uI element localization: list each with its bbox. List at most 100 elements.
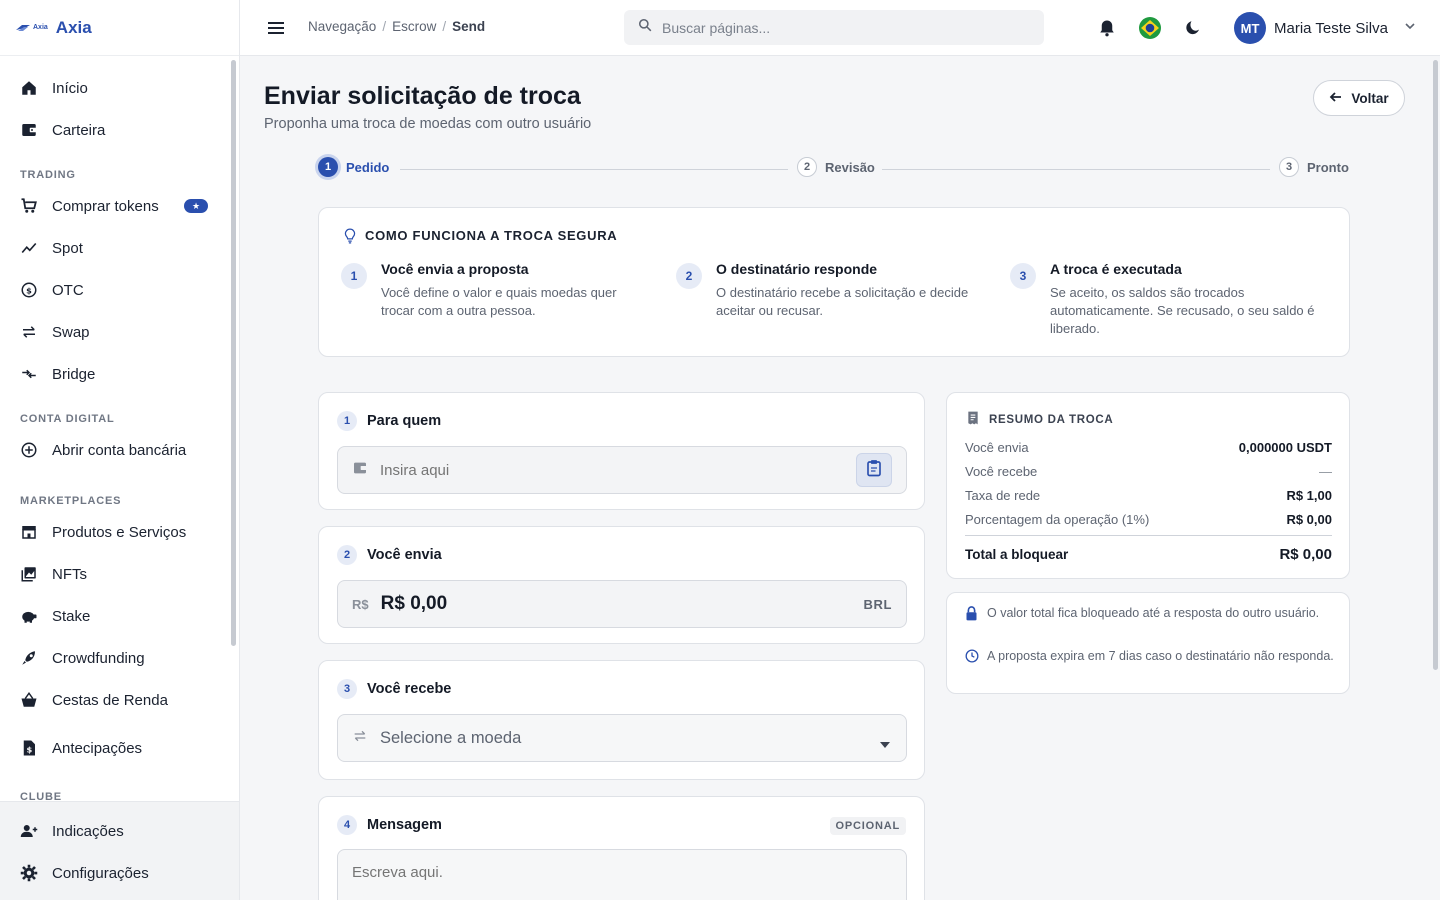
step-label: Revisão [825, 159, 875, 175]
summary-row: Porcentagem da operação (1%) R$ 0,00 [965, 512, 1332, 527]
field-title: Mensagem [367, 817, 442, 833]
message-field[interactable] [337, 849, 907, 900]
breadcrumb-item[interactable]: Escrow [392, 19, 436, 34]
avatar: MT [1234, 12, 1266, 44]
sidebar-item-nfts[interactable]: NFTs [0, 553, 228, 595]
brand[interactable]: Axia Axia [0, 0, 239, 56]
swap-icon [20, 323, 38, 341]
message-label: 4 Mensagem [337, 815, 442, 835]
summary-row: Você recebe — [965, 464, 1332, 479]
search-input[interactable] [662, 19, 1022, 36]
dark-mode-moon-icon[interactable] [1184, 19, 1202, 42]
step-connector [882, 169, 1270, 170]
home-icon [20, 79, 38, 97]
send-amount-card: 2 Você envia R$ R$ 0,00 BRL [318, 526, 925, 644]
rocket-icon [20, 649, 38, 667]
user-menu[interactable]: MT Maria Teste Silva [1234, 12, 1416, 44]
send-amount-value[interactable]: R$ 0,00 [381, 593, 448, 615]
field-title: Você recebe [367, 681, 452, 697]
sidebar-item-label: Crowdfunding [52, 649, 145, 667]
breadcrumb: Navegação / Escrow / Send [308, 19, 485, 34]
summary-row-value: R$ 1,00 [1286, 488, 1332, 503]
how-it-works-card: COMO FUNCIONA A TROCA SEGURA 1 Você envi… [318, 207, 1350, 357]
page-subtitle: Proponha uma troca de moedas com outro u… [264, 116, 592, 132]
summary-row-value: R$ 0,00 [1286, 512, 1332, 527]
sidebar-item-stake[interactable]: Stake [0, 595, 228, 637]
sidebar-item-label: NFTs [52, 565, 87, 583]
sidebar-item-comprar-tokens[interactable]: Comprar tokens ★ [0, 185, 228, 227]
back-button-label: Voltar [1351, 90, 1389, 106]
send-amount-field[interactable]: R$ R$ 0,00 BRL [337, 580, 907, 628]
sidebar-item-carteira[interactable]: Carteira [0, 109, 228, 151]
recipient-card: 1 Para quem [318, 392, 925, 510]
summary-row-label: Porcentagem da operação (1%) [965, 512, 1150, 527]
sidebar-item-label: Swap [52, 323, 90, 341]
receive-currency-select[interactable]: Selecione a moeda [337, 714, 907, 762]
section-title: TRADING [20, 169, 76, 181]
step-pedido: 1 Pedido [318, 157, 389, 177]
field-title: Para quem [367, 413, 442, 429]
otc-icon: $ [20, 281, 38, 299]
back-button[interactable]: Voltar [1313, 80, 1405, 116]
breadcrumb-item[interactable]: Navegação [308, 19, 376, 34]
step-number: 3 [1279, 157, 1299, 177]
sidebar-item-indicacoes[interactable]: Indicações [0, 810, 239, 852]
sidebar-item-label: Antecipações [52, 739, 143, 757]
arrow-left-icon [1329, 90, 1343, 107]
breadcrumb-separator: / [382, 19, 387, 34]
summary-title: RESUMO DA TROCA [967, 411, 1113, 428]
breadcrumb-separator: / [442, 19, 447, 34]
sidebar-item-swap[interactable]: Swap [0, 311, 228, 353]
lock-icon [965, 606, 979, 626]
brazil-flag-icon[interactable] [1138, 16, 1162, 45]
piggy-icon [20, 607, 38, 625]
sidebar-item-abrir-conta[interactable]: Abrir conta bancária [0, 429, 228, 471]
sidebar-item-label: Produtos e Serviços [52, 523, 187, 541]
recipient-input[interactable] [380, 461, 830, 479]
sidebar-item-label: Comprar tokens [52, 197, 159, 215]
sidebar-item-produtos[interactable]: Produtos e Serviços [0, 511, 228, 553]
sidebar-item-inicio[interactable]: Início [0, 67, 228, 109]
summary-row-label: Você recebe [965, 464, 1038, 479]
hamburger-menu-icon[interactable] [266, 18, 286, 38]
store-icon [20, 523, 38, 541]
how-it-works-title: COMO FUNCIONA A TROCA SEGURA [365, 228, 618, 243]
page-title: Enviar solicitação de troca [264, 82, 581, 110]
step-connector [400, 169, 788, 170]
breadcrumb-current: Send [452, 19, 486, 34]
sidebar-item-label: Indicações [52, 822, 124, 840]
caret-down-icon [880, 735, 890, 753]
select-placeholder: Selecione a moeda [380, 728, 522, 747]
how-step-description: O destinatário recebe a solicitação e de… [716, 285, 969, 318]
summary-row-value: 0,000000 USDT [1238, 440, 1332, 455]
how-step-number: 2 [676, 263, 702, 289]
brand-name: Axia [55, 17, 92, 37]
recipient-field[interactable] [337, 446, 907, 494]
document-dollar-icon: $ [20, 739, 38, 757]
bell-icon[interactable] [1098, 18, 1116, 43]
message-card: 4 Mensagem OPCIONAL [318, 796, 925, 900]
main-scrollbar[interactable] [1433, 60, 1438, 670]
sidebar-scrollbar[interactable] [231, 60, 236, 646]
field-title: Você envia [367, 547, 442, 563]
paste-clipboard-button[interactable] [856, 453, 892, 487]
sidebar-item-otc[interactable]: $ OTC [0, 269, 228, 311]
sidebar-item-cestas[interactable]: Cestas de Renda [0, 679, 228, 721]
sidebar-item-spot[interactable]: Spot [0, 227, 228, 269]
sidebar-item-configuracoes[interactable]: Configurações [0, 852, 239, 894]
info-note-text: O valor total fica bloqueado até a respo… [987, 606, 1320, 620]
field-number: 1 [337, 411, 357, 431]
sidebar-item-bridge[interactable]: Bridge [0, 353, 228, 395]
message-textarea[interactable] [352, 864, 892, 900]
sidebar-item-label: Spot [52, 239, 83, 257]
gear-icon [20, 864, 38, 882]
currency-prefix: R$ [352, 596, 369, 612]
sidebar-item-label: Bridge [52, 365, 96, 383]
sidebar-item-antecipacoes[interactable]: $ Antecipações [0, 727, 228, 769]
search-bar[interactable] [624, 10, 1044, 45]
sidebar-item-crowdfunding[interactable]: Crowdfunding [0, 637, 228, 679]
lightbulb-icon [343, 228, 357, 249]
field-number: 4 [337, 815, 357, 835]
send-label: 2 Você envia [337, 545, 442, 565]
user-add-icon [20, 822, 38, 840]
